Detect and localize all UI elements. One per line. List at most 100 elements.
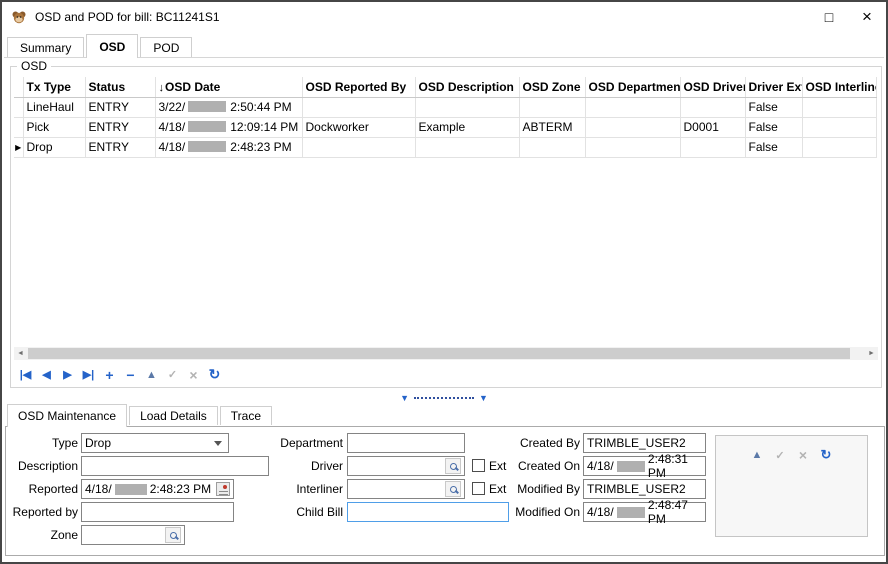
- col-osd-department[interactable]: OSD Department: [585, 77, 680, 97]
- cell-osd-description[interactable]: [415, 137, 519, 157]
- cell-osd-driver[interactable]: [680, 97, 745, 117]
- grid-row-drop[interactable]: ▶ Drop ENTRY 4/18/2:48:23 PM False: [14, 137, 876, 157]
- cell-driver-ext[interactable]: False: [745, 97, 802, 117]
- cell-tx-type[interactable]: LineHaul: [23, 97, 85, 117]
- tab-trace[interactable]: Trace: [220, 406, 272, 425]
- window: OSD and POD for bill: BC11241S1 □ × Summ…: [0, 0, 888, 564]
- cell-status[interactable]: ENTRY: [85, 97, 155, 117]
- side-post-button[interactable]: ✓: [770, 446, 790, 464]
- nav-last-button[interactable]: ▶|: [79, 365, 98, 384]
- nav-first-button[interactable]: |◀: [16, 365, 35, 384]
- col-osd-interliner[interactable]: OSD Interliner: [802, 77, 876, 97]
- magnifier-icon: [170, 532, 177, 539]
- grid-row-linehaul[interactable]: LineHaul ENTRY 3/22/2:50:44 PM False: [14, 97, 876, 117]
- cell-driver-ext[interactable]: False: [745, 117, 802, 137]
- side-cancel-button[interactable]: ×: [793, 446, 813, 464]
- collapse-left-icon[interactable]: ▼: [400, 394, 409, 403]
- collapse-right-icon[interactable]: ▼: [479, 394, 488, 403]
- bottom-tabs: OSD Maintenance Load Details Trace: [7, 404, 274, 427]
- cell-osd-zone[interactable]: ABTERM: [519, 117, 585, 137]
- close-button[interactable]: ×: [848, 2, 886, 32]
- scroll-left-icon[interactable]: ◄: [14, 347, 27, 360]
- tab-summary[interactable]: Summary: [7, 37, 84, 57]
- created-on-field[interactable]: 4/18/ 2:48:31 PM: [583, 456, 706, 476]
- reported-by-label: Reported by: [6, 502, 78, 522]
- nav-cancel-button[interactable]: ×: [184, 365, 203, 384]
- type-combobox[interactable]: Drop: [81, 433, 229, 453]
- driver-lookup-button[interactable]: [445, 458, 461, 474]
- cell-osd-interliner[interactable]: [802, 97, 876, 117]
- scroll-right-icon[interactable]: ►: [865, 347, 878, 360]
- reported-datetime-field[interactable]: 4/18/ 2:48:23 PM: [81, 479, 234, 499]
- cell-driver-ext[interactable]: False: [745, 137, 802, 157]
- col-osd-description[interactable]: OSD Description: [415, 77, 519, 97]
- nav-refresh-button[interactable]: ↻: [205, 365, 224, 384]
- nav-insert-button[interactable]: +: [100, 365, 119, 384]
- zone-lookup-button[interactable]: [165, 527, 181, 543]
- scrollbar-thumb[interactable]: [28, 348, 850, 359]
- cell-status[interactable]: ENTRY: [85, 137, 155, 157]
- col-tx-type[interactable]: Tx Type: [23, 77, 85, 97]
- driver-input[interactable]: [351, 459, 445, 473]
- modified-by-input[interactable]: [583, 479, 706, 499]
- magnifier-icon: [450, 463, 457, 470]
- interliner-lookup-button[interactable]: [445, 481, 461, 497]
- cell-osd-date[interactable]: 4/18/12:09:14 PM: [155, 117, 302, 137]
- cell-osd-description[interactable]: [415, 97, 519, 117]
- department-input[interactable]: [347, 433, 465, 453]
- nav-next-button[interactable]: ▶: [58, 365, 77, 384]
- splitter[interactable]: ▼ ▼: [2, 392, 886, 404]
- cell-osd-reported-by[interactable]: [302, 137, 415, 157]
- cell-osd-zone[interactable]: [519, 137, 585, 157]
- tab-osd[interactable]: OSD: [86, 34, 138, 58]
- datetime-picker-icon[interactable]: [216, 482, 230, 496]
- cell-osd-department[interactable]: [585, 117, 680, 137]
- col-osd-driver[interactable]: OSD Driver: [680, 77, 745, 97]
- cell-status[interactable]: ENTRY: [85, 117, 155, 137]
- col-status[interactable]: Status: [85, 77, 155, 97]
- type-value: Drop: [85, 436, 111, 450]
- tab-load-details[interactable]: Load Details: [129, 406, 218, 425]
- side-refresh-button[interactable]: ↻: [816, 446, 836, 464]
- col-osd-zone[interactable]: OSD Zone: [519, 77, 585, 97]
- zone-field[interactable]: [81, 525, 185, 545]
- cell-osd-reported-by[interactable]: Dockworker: [302, 117, 415, 137]
- col-osd-date[interactable]: ↓OSD Date: [155, 77, 302, 97]
- driver-field[interactable]: [347, 456, 465, 476]
- maximize-button[interactable]: □: [810, 2, 848, 32]
- side-edit-button[interactable]: ▲: [747, 446, 767, 464]
- cell-osd-date[interactable]: 3/22/2:50:44 PM: [155, 97, 302, 117]
- nav-post-button[interactable]: ✓: [163, 365, 182, 384]
- zone-input[interactable]: [85, 528, 165, 542]
- cell-osd-zone[interactable]: [519, 97, 585, 117]
- col-osd-reported-by[interactable]: OSD Reported By: [302, 77, 415, 97]
- cell-osd-department[interactable]: [585, 97, 680, 117]
- tab-osd-maintenance[interactable]: OSD Maintenance: [7, 404, 127, 427]
- col-driver-ext[interactable]: Driver Ext: [745, 77, 802, 97]
- cell-osd-description[interactable]: Example: [415, 117, 519, 137]
- horizontal-scrollbar[interactable]: ◄ ►: [14, 347, 878, 360]
- splitter-grip[interactable]: [414, 397, 474, 399]
- interliner-field[interactable]: [347, 479, 465, 499]
- cell-osd-date[interactable]: 4/18/2:48:23 PM: [155, 137, 302, 157]
- nav-prior-button[interactable]: ◀: [37, 365, 56, 384]
- cell-osd-interliner[interactable]: [802, 117, 876, 137]
- cell-osd-driver[interactable]: [680, 137, 745, 157]
- cell-osd-reported-by[interactable]: [302, 97, 415, 117]
- cell-osd-driver[interactable]: D0001: [680, 117, 745, 137]
- grid-row-pick[interactable]: Pick ENTRY 4/18/12:09:14 PM Dockworker E…: [14, 117, 876, 137]
- cell-tx-type[interactable]: Pick: [23, 117, 85, 137]
- created-by-input[interactable]: [583, 433, 706, 453]
- cell-osd-department[interactable]: [585, 137, 680, 157]
- chevron-down-icon[interactable]: [211, 441, 225, 446]
- department-label: Department: [236, 433, 343, 453]
- modified-on-field[interactable]: 4/18/ 2:48:47 PM: [583, 502, 706, 522]
- reported-by-input[interactable]: [81, 502, 234, 522]
- nav-delete-button[interactable]: −: [121, 365, 140, 384]
- tab-pod[interactable]: POD: [140, 37, 192, 57]
- row-selector-current: ▶: [14, 137, 23, 157]
- interliner-input[interactable]: [351, 482, 445, 496]
- nav-edit-button[interactable]: ▲: [142, 365, 161, 384]
- cell-tx-type[interactable]: Drop: [23, 137, 85, 157]
- cell-osd-interliner[interactable]: [802, 137, 876, 157]
